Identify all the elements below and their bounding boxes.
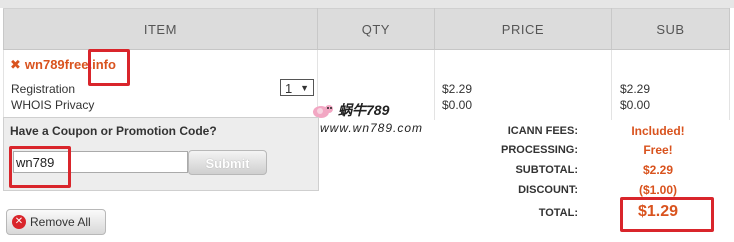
highlight-box-coupon [9,146,71,188]
cart-header-row: ITEM QTY PRICE SUB [3,8,731,50]
subtotal-value: $2.29 [642,163,674,177]
total-label: TOTAL: [538,207,578,219]
item-registration-label: Registration [11,82,76,96]
coupon-submit-button[interactable]: Submit [188,150,267,175]
whois-sub: $0.00 [620,98,651,112]
qty-value: 1 [285,81,293,96]
highlight-box-domain [88,49,130,86]
top-rule [0,0,734,8]
col-header-item: ITEM [3,8,318,50]
chevron-down-icon: ▼ [300,83,309,93]
registration-sub: $2.29 [620,82,651,96]
registration-price: $2.29 [442,82,473,96]
col-header-price: PRICE [433,8,612,50]
icann-fees-label: ICANN FEES: [507,125,578,137]
processing-label: PROCESSING: [500,144,578,156]
item-whois-label: WHOIS Privacy [11,98,95,112]
whois-price: $0.00 [442,98,473,112]
watermark-url: www.wn789.com [320,121,424,135]
remove-all-button[interactable]: ✕ Remove All [6,209,106,235]
processing-value: Free! [643,143,673,157]
qty-select[interactable]: 1 ▼ [280,79,314,96]
remove-x-icon[interactable]: ✖ [10,57,21,73]
discount-label: DISCOUNT: [518,184,578,196]
discount-value: ($1.00) [638,183,678,197]
remove-circle-icon: ✕ [12,215,26,229]
highlight-box-total [620,197,714,232]
watermark-title: 蜗牛789 [338,102,390,118]
col-header-qty: QTY [316,8,435,50]
icann-fees-value: Included! [631,124,685,138]
coupon-title: Have a Coupon or Promotion Code? [10,124,217,138]
subtotal-label: SUBTOTAL: [515,164,578,176]
remove-all-label: Remove All [30,215,91,229]
col-header-sub: SUB [610,8,731,50]
